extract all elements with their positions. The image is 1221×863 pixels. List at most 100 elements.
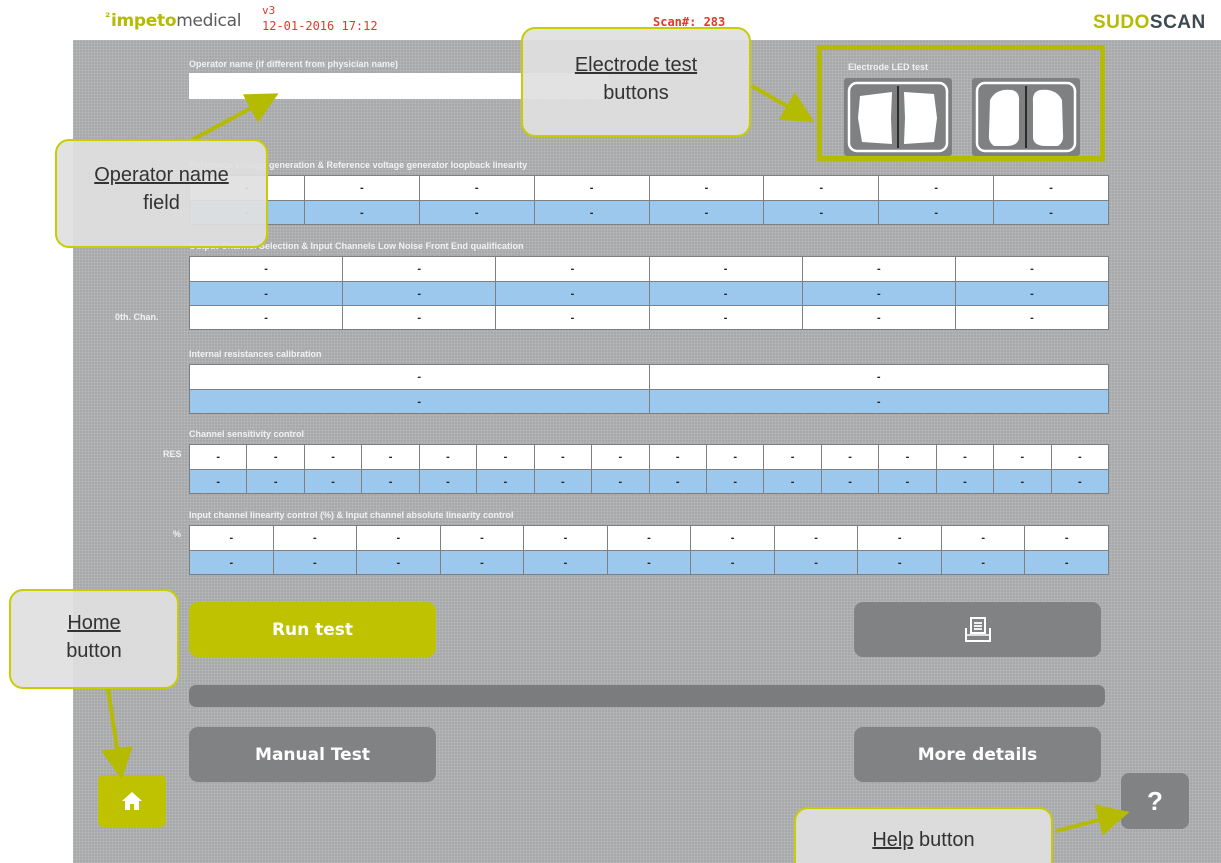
home-callout-subtitle: button [66, 640, 122, 662]
table-row: - - - - - - [190, 305, 1108, 329]
sensitivity-table: - - - - - - - - - - - - - - - - - - - - … [189, 444, 1109, 494]
table-cell: - [942, 551, 1026, 574]
table-row: - - - - - - [190, 281, 1108, 305]
table-cell: - [420, 201, 535, 224]
internal-res-table: - - - - [189, 364, 1109, 414]
operator-callout-title: Operator name [94, 164, 229, 186]
table-cell: - [592, 470, 650, 493]
table-row: - - - - - - - - - - - - - - - - [190, 445, 1108, 469]
run-test-button[interactable]: Run test [189, 602, 436, 657]
table-cell: - [876, 371, 881, 383]
output-channel-table: - - - - - - - - - - - - - - - - - - [189, 256, 1109, 330]
table-cell: - [305, 176, 420, 200]
table-cell: - [608, 551, 692, 574]
table-cell: - [190, 390, 650, 413]
manual-test-button[interactable]: Manual Test [189, 727, 436, 782]
table-cell: - [420, 176, 535, 200]
table-row: - - - - - - - - [190, 200, 1108, 224]
table-cell: - [592, 445, 650, 469]
table-cell: - [650, 176, 765, 200]
table-cell: - [775, 551, 859, 574]
table-cell: - [1049, 182, 1053, 194]
internal-res-title: Internal resistances calibration [189, 349, 322, 359]
table-cell: - [822, 445, 880, 469]
brand-part1: SUDO [1093, 12, 1150, 33]
table-cell: - [524, 551, 608, 574]
table-cell: - [1077, 451, 1082, 463]
home-callout-title: Home [67, 612, 121, 634]
operator-callout-subtitle: field [143, 192, 180, 214]
hands-electrode-icon [847, 81, 949, 153]
electrode-hands-button[interactable] [844, 78, 952, 156]
table-cell: - [994, 470, 1052, 493]
table-cell: - [1077, 475, 1082, 488]
table-cell: - [650, 306, 803, 329]
progress-bar [189, 685, 1105, 707]
table-cell: - [691, 526, 775, 550]
table-cell: - [608, 526, 692, 550]
home-button-callout: Home button [9, 589, 179, 689]
version-label: v3 [262, 4, 276, 17]
table-cell: - [524, 526, 608, 550]
table-cell: - [1030, 287, 1034, 300]
table-cell: - [305, 445, 363, 469]
print-icon [964, 616, 991, 642]
table-cell: - [876, 395, 881, 408]
table-row: - - - - - - - - - - - [190, 526, 1108, 550]
table-cell: - [1030, 311, 1034, 324]
help-callout-title: Help [872, 829, 914, 851]
home-icon [122, 792, 142, 810]
table-cell: - [803, 306, 956, 329]
table-cell: - [879, 201, 995, 224]
table-cell: - [764, 445, 822, 469]
table-cell: - [764, 176, 880, 200]
table-cell: - [496, 306, 650, 329]
table-cell: - [937, 470, 995, 493]
brand-part2: SCAN [1149, 12, 1206, 33]
table-cell: - [190, 282, 344, 305]
table-cell: - [535, 201, 650, 224]
table-cell: - [357, 526, 441, 550]
electrode-test-callout: Electrode test buttons [521, 27, 751, 137]
linearity-table: - - - - - - - - - - - - - - - - - - - - … [189, 525, 1109, 575]
ref-voltage-table: - - - - - - - - - - - - - - - - [189, 175, 1109, 225]
home-button[interactable] [98, 775, 166, 827]
electrode-test-box: Electrode LED test [817, 45, 1105, 161]
print-button[interactable] [854, 602, 1101, 657]
table-cell: - [441, 526, 525, 550]
table-cell: - [1030, 263, 1034, 275]
impetomedical-logo: ²impetomedical [105, 10, 241, 31]
table-row: - - - - - - - - - - - - - - - - [190, 469, 1108, 493]
table-row: - - - - - - [190, 257, 1108, 281]
electrode-callout-subtitle: buttons [603, 82, 669, 104]
table-cell: - [803, 282, 956, 305]
table-cell: - [650, 470, 707, 493]
more-details-button[interactable]: More details [854, 727, 1101, 782]
table-row: - - - - - - - - - - - [190, 550, 1108, 574]
sensitivity-title: Channel sensitivity control [189, 429, 305, 439]
help-callout-subtitle: button [913, 829, 975, 851]
table-cell: - [994, 445, 1052, 469]
table-cell: - [441, 551, 525, 574]
table-cell: - [650, 201, 765, 224]
table-cell: - [190, 470, 248, 493]
electrode-feet-button[interactable] [972, 78, 1080, 156]
table-cell: - [496, 282, 650, 305]
table-cell: - [691, 551, 775, 574]
table-cell: - [362, 445, 420, 469]
table-cell: - [937, 445, 995, 469]
logo-part1: impeto [110, 11, 177, 31]
table-cell: - [343, 306, 497, 329]
electrode-test-title: Electrode LED test [848, 62, 929, 72]
res-label: RES [163, 449, 182, 459]
table-cell: - [764, 470, 822, 493]
table-row: - - - - - - - - [190, 176, 1108, 200]
table-cell: - [650, 282, 803, 305]
table-cell: - [650, 445, 707, 469]
help-button[interactable]: ? [1121, 773, 1189, 829]
table-cell: - [274, 551, 358, 574]
table-cell: - [496, 257, 650, 281]
help-button-callout: Help button [794, 807, 1053, 863]
table-row: - - [190, 389, 1108, 413]
table-cell: - [357, 551, 441, 574]
